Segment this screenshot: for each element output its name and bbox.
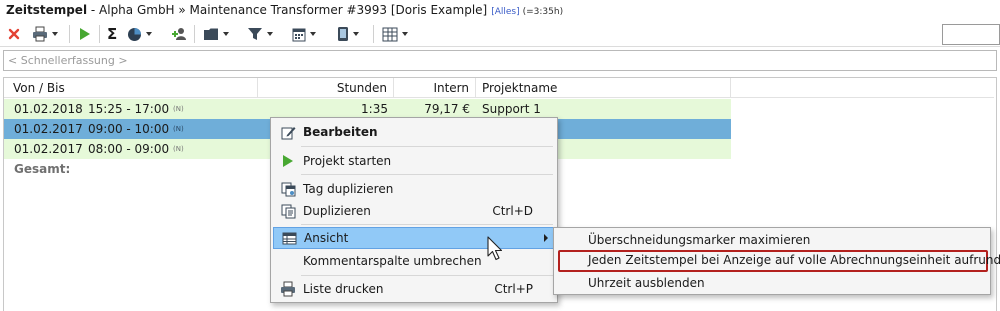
row-time-range: 08:00 - 09:00 — [88, 142, 170, 156]
edit-icon — [273, 125, 303, 140]
play-icon — [273, 154, 303, 168]
chart-button[interactable] — [127, 24, 152, 44]
duplicate-icon — [273, 204, 303, 219]
menu-item-projekt-starten[interactable]: Projekt starten — [273, 150, 555, 172]
submenu-item-ueberschneidungsmarker[interactable]: Überschneidungsmarker maximieren — [558, 230, 988, 250]
chevron-down-icon — [402, 32, 408, 36]
shortcut-ctrl-d: Ctrl+D — [492, 204, 533, 218]
row-flag: (N) — [173, 125, 184, 133]
add-user-icon — [171, 26, 187, 42]
row-hours: 1:35 — [361, 102, 388, 116]
menu-item-liste-drucken[interactable]: Liste drucken Ctrl+P — [273, 278, 555, 300]
row-flag: (N) — [173, 105, 184, 113]
row-flag: (N) — [173, 145, 184, 153]
toolbar-divider — [373, 25, 374, 43]
close-icon — [8, 28, 20, 40]
view-submenu: Überschneidungsmarker maximieren Jeden Z… — [553, 227, 1000, 295]
export-icon — [382, 27, 398, 42]
sum-button[interactable]: Σ — [107, 24, 117, 44]
play-icon — [79, 27, 91, 41]
row-intern: 79,17 € — [424, 102, 470, 116]
filter-icon — [247, 27, 263, 41]
breadcrumb: - Alpha GmbH » Maintenance Transformer #… — [87, 3, 488, 17]
print-icon — [273, 281, 303, 297]
context-menu: Bearbeiten Projekt starten Tag duplizier… — [270, 117, 558, 303]
shortcut-ctrl-p: Ctrl+P — [494, 282, 533, 296]
menu-item-tag-duplizieren[interactable]: Tag duplizieren — [273, 178, 555, 200]
mouse-cursor-icon — [487, 236, 503, 265]
device-icon — [337, 26, 349, 42]
toolbar-divider — [194, 25, 195, 43]
filter-tag[interactable]: [Alles] — [491, 7, 519, 17]
menu-item-duplizieren[interactable]: Duplizieren Ctrl+D — [273, 200, 555, 222]
menu-divider — [301, 146, 553, 147]
device-button[interactable] — [337, 24, 359, 44]
chevron-down-icon — [310, 32, 316, 36]
pie-chart-icon — [127, 27, 142, 42]
menu-item-bearbeiten[interactable]: Bearbeiten — [273, 121, 555, 143]
column-header-von-bis[interactable]: Von / Bis — [4, 78, 258, 98]
chevron-down-icon — [353, 32, 359, 36]
calendar-icon — [292, 27, 306, 42]
menu-item-ansicht[interactable]: Ansicht — [273, 227, 555, 249]
table-header: Von / Bis Stunden Intern Projektname — [4, 78, 994, 98]
menu-divider — [301, 174, 553, 175]
submenu-item-aufrunden[interactable]: Jeden Zeitstempel bei Anzeige auf volle … — [558, 250, 1000, 272]
toolbar-divider — [99, 25, 100, 43]
row-time-range: 15:25 - 17:00 — [88, 102, 170, 116]
chevron-right-icon — [544, 234, 548, 242]
row-date: 01.02.2018 — [14, 102, 83, 116]
submenu-item-uhrzeit-ausblenden[interactable]: Uhrzeit ausblenden — [558, 273, 988, 293]
toolbar: Σ — [0, 21, 1000, 47]
menu-divider — [301, 275, 553, 276]
window-title-bar: Zeitstempel - Alpha GmbH » Maintenance T… — [0, 0, 1000, 20]
quick-entry-field[interactable] — [3, 50, 997, 71]
app-title: Zeitstempel — [6, 3, 88, 17]
column-header-intern[interactable]: Intern — [394, 78, 476, 98]
chevron-down-icon — [52, 32, 58, 36]
calendar-button[interactable] — [292, 24, 316, 44]
column-header-stunden[interactable]: Stunden — [258, 78, 394, 98]
toolbar-search-input[interactable] — [942, 24, 1000, 45]
export-button[interactable] — [382, 24, 408, 44]
total-duration: (=3:35h) — [522, 7, 564, 17]
folder-button[interactable] — [203, 24, 229, 44]
menu-item-kommentarspalte-umbrechen[interactable]: Kommentarspalte umbrechen — [273, 250, 555, 272]
print-button[interactable] — [32, 24, 58, 44]
duplicate-day-icon — [273, 182, 303, 197]
add-user-button[interactable] — [171, 24, 187, 44]
toolbar-divider — [69, 25, 70, 43]
table-row[interactable]: 01.02.2018 15:25 - 17:00 (N) 1:35 79,17 … — [4, 99, 731, 119]
total-label: Gesamt: — [14, 162, 71, 176]
row-time-range: 09:00 - 10:00 — [88, 122, 170, 136]
print-icon — [32, 26, 48, 42]
menu-divider — [301, 224, 553, 225]
sum-icon: Σ — [107, 25, 118, 43]
row-date: 01.02.2017 — [14, 122, 83, 136]
chevron-down-icon — [223, 32, 229, 36]
quick-entry-input[interactable] — [4, 51, 996, 70]
close-button[interactable] — [8, 24, 20, 44]
filter-button[interactable] — [247, 24, 273, 44]
chevron-down-icon — [267, 32, 273, 36]
folder-icon — [203, 27, 219, 41]
column-header-projektname[interactable]: Projektname — [476, 78, 731, 98]
chevron-down-icon — [146, 32, 152, 36]
start-button[interactable] — [79, 24, 91, 44]
row-date: 01.02.2017 — [14, 142, 83, 156]
view-icon — [274, 232, 304, 245]
row-project: Support 1 — [482, 102, 541, 116]
